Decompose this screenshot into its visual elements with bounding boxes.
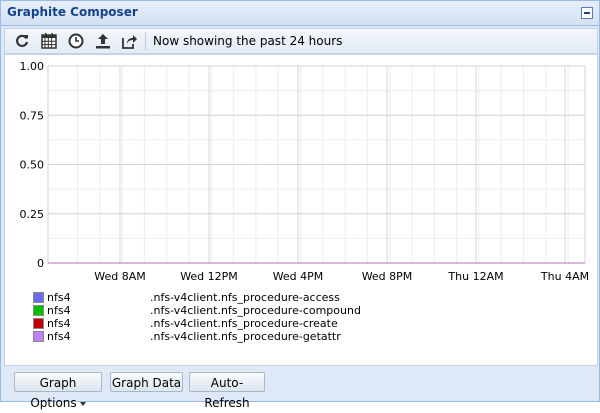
- refresh-icon[interactable]: [13, 32, 31, 50]
- x-tick-label: Thu 4AM: [540, 270, 589, 283]
- legend-item: nfs4 .nfs-v4client.nfs_procedure-getattr: [33, 330, 433, 343]
- legend-swatch: [33, 318, 44, 329]
- legend-item: nfs4 .nfs-v4client.nfs_procedure-create: [33, 317, 433, 330]
- x-tick-label: Wed 8AM: [94, 270, 146, 283]
- legend-host: nfs4: [47, 330, 71, 343]
- graph-data-button[interactable]: Graph Data: [110, 372, 183, 392]
- toolbar: Now showing the past 24 hours: [4, 28, 598, 54]
- upload-icon[interactable]: [94, 32, 112, 50]
- clock-icon[interactable]: [67, 32, 85, 50]
- time-range-status: Now showing the past 24 hours: [153, 34, 343, 48]
- legend-metric: .nfs-v4client.nfs_procedure-compound: [150, 304, 361, 317]
- legend-host: nfs4: [47, 304, 71, 317]
- title-bar: Graphite Composer: [1, 1, 599, 26]
- graph-options-label: Graph Options: [30, 376, 77, 410]
- y-tick-label: 0.50: [20, 159, 45, 172]
- y-tick-label: 0.75: [20, 109, 45, 122]
- graph-panel: Wed 8AM Wed 12PM Wed 4PM Wed 8PM Thu 12AM Thu…: [4, 54, 598, 366]
- bottom-toolbar: Graph Options Graph Data Auto-Refresh: [4, 366, 596, 410]
- window-title: Graphite Composer: [7, 5, 138, 19]
- toolbar-separator: [145, 32, 146, 50]
- legend-host: nfs4: [47, 317, 71, 330]
- legend-swatch: [33, 292, 44, 303]
- y-tick-label: 0.25: [20, 208, 45, 221]
- legend-metric: .nfs-v4client.nfs_procedure-getattr: [150, 330, 341, 343]
- legend-metric: .nfs-v4client.nfs_procedure-access: [150, 291, 340, 304]
- auto-refresh-button[interactable]: Auto-Refresh: [189, 372, 265, 410]
- y-tick-label: 0: [37, 257, 44, 270]
- x-tick-label: Wed 12PM: [180, 270, 238, 283]
- x-tick-label: Thu 12AM: [447, 270, 503, 283]
- x-tick-label: Wed 4PM: [273, 270, 324, 283]
- legend-metric: .nfs-v4client.nfs_procedure-create: [150, 317, 338, 330]
- graphite-composer-window: Graphite Composer Now showing the past 2…: [0, 0, 600, 410]
- y-tick-label: 1.00: [20, 60, 45, 73]
- graph-chart: Wed 8AM Wed 12PM Wed 4PM Wed 8PM Thu 12AM Thu…: [20, 60, 590, 283]
- chevron-down-icon: [79, 401, 86, 406]
- collapse-icon[interactable]: [581, 7, 593, 19]
- x-tick-label: Wed 8PM: [362, 270, 413, 283]
- legend-swatch: [33, 331, 44, 342]
- legend-swatch: [33, 305, 44, 316]
- calendar-icon[interactable]: [40, 32, 58, 50]
- legend-item: nfs4 .nfs-v4client.nfs_procedure-access: [33, 291, 433, 304]
- share-icon[interactable]: [120, 32, 138, 50]
- legend-item: nfs4 .nfs-v4client.nfs_procedure-compound: [33, 304, 433, 317]
- graph-options-button[interactable]: Graph Options: [14, 372, 102, 410]
- legend-host: nfs4: [47, 291, 71, 304]
